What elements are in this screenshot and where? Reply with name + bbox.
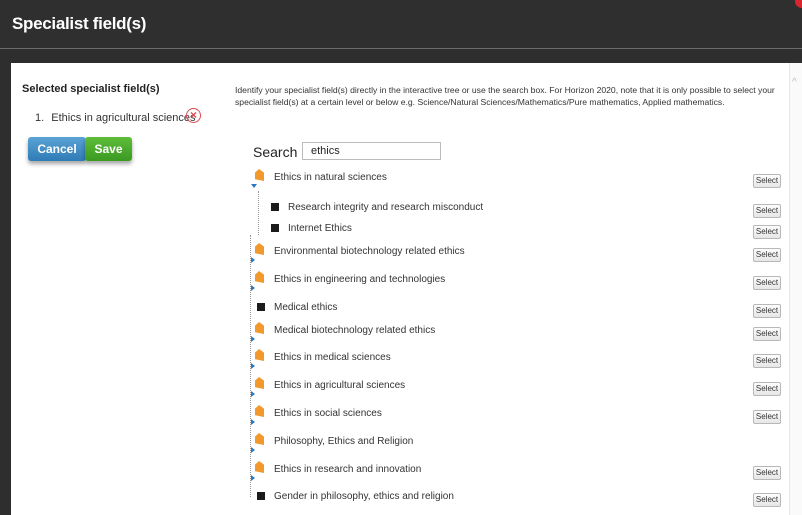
search-label: Search — [253, 144, 298, 160]
search-input[interactable] — [302, 142, 441, 160]
tree-node[interactable]: Research integrity and research miscondu… — [229, 200, 789, 222]
tree-node-label[interactable]: Philosophy, Ethics and Religion — [274, 436, 413, 447]
tree-node-label[interactable]: Environmental biotechnology related ethi… — [274, 246, 465, 257]
folder-icon — [255, 322, 264, 334]
selected-field-item: 1. Ethics in agricultural sciences — [35, 112, 196, 124]
cancel-button[interactable]: Cancel — [28, 137, 86, 161]
expand-arrow-icon[interactable] — [251, 336, 255, 342]
tree-node-label[interactable]: Ethics in engineering and technologies — [274, 274, 445, 285]
folder-icon — [255, 377, 264, 389]
scroll-up-icon[interactable]: ^ — [792, 78, 800, 88]
selected-fields-title: Selected specialist field(s) — [22, 83, 160, 95]
checkbox-icon[interactable] — [271, 224, 279, 232]
select-button[interactable]: Select — [753, 276, 781, 290]
selected-field-number: 1. — [35, 112, 45, 124]
expand-arrow-icon[interactable] — [251, 419, 255, 425]
folder-icon — [255, 461, 264, 473]
expand-arrow-icon[interactable] — [251, 391, 255, 397]
expand-arrow-icon[interactable] — [251, 363, 255, 369]
tree-node[interactable]: Gender in philosophy, ethics and religio… — [229, 489, 789, 511]
tree-node-label[interactable]: Ethics in social sciences — [274, 408, 382, 419]
instructions-text: Identify your specialist field(s) direct… — [235, 85, 775, 107]
select-button[interactable]: Select — [753, 410, 781, 424]
tree-node[interactable]: Philosophy, Ethics and Religion — [229, 433, 789, 456]
folder-icon — [255, 271, 264, 283]
dialog-header: Specialist field(s) — [0, 0, 802, 49]
dialog-title: Specialist field(s) — [12, 14, 147, 33]
tree-node-label[interactable]: Gender in philosophy, ethics and religio… — [274, 491, 454, 502]
select-button[interactable]: Select — [753, 493, 781, 507]
tree-node[interactable]: Ethics in engineering and technologies Se… — [229, 271, 789, 294]
tree-node-label[interactable]: Research integrity and research miscondu… — [288, 202, 483, 213]
folder-icon — [255, 169, 264, 181]
folder-icon — [255, 243, 264, 255]
tree-node-label[interactable]: Ethics in research and innovation — [274, 464, 421, 475]
expand-arrow-icon[interactable] — [251, 475, 255, 481]
dialog-body: Selected specialist field(s) 1. Ethics i… — [11, 63, 802, 515]
tree-node[interactable]: Internet Ethics Select — [229, 221, 789, 243]
select-button[interactable]: Select — [753, 174, 781, 188]
selected-fields-panel: Selected specialist field(s) 1. Ethics i… — [11, 63, 229, 515]
field-tree-panel: Identify your specialist field(s) direct… — [229, 63, 789, 515]
folder-icon — [255, 433, 264, 445]
tree-node[interactable]: Ethics in agricultural sciences Select — [229, 377, 789, 400]
checkbox-icon[interactable] — [257, 492, 265, 500]
expand-arrow-icon[interactable] — [251, 285, 255, 291]
tree-node[interactable]: Medical biotechnology related ethics Sele… — [229, 322, 789, 345]
tree-node[interactable]: Ethics in social sciences Select — [229, 405, 789, 428]
tree-node[interactable]: Environmental biotechnology related ethi… — [229, 243, 789, 266]
tree-node-label[interactable]: Internet Ethics — [288, 223, 352, 234]
selected-field-label: Ethics in agricultural sciences — [51, 112, 196, 124]
checkbox-icon[interactable] — [257, 303, 265, 311]
select-button[interactable]: Select — [753, 354, 781, 368]
select-button[interactable]: Select — [753, 248, 781, 262]
select-button[interactable]: Select — [753, 204, 781, 218]
tree-node-label[interactable]: Ethics in agricultural sciences — [274, 380, 405, 391]
remove-icon[interactable]: × — [186, 108, 201, 123]
tree-node-label[interactable]: Medical biotechnology related ethics — [274, 325, 435, 336]
expand-arrow-icon[interactable] — [251, 257, 255, 263]
close-icon[interactable] — [795, 0, 802, 8]
tree-node-label[interactable]: Ethics in medical sciences — [274, 352, 391, 363]
select-button[interactable]: Select — [753, 382, 781, 396]
tree-node[interactable]: Ethics in natural sciences Select — [229, 169, 789, 192]
collapse-arrow-icon[interactable] — [251, 184, 257, 188]
select-button[interactable]: Select — [753, 466, 781, 480]
tree-node[interactable]: Ethics in research and innovation Select — [229, 461, 789, 484]
tree-node[interactable]: Ethics in medical sciences Select — [229, 349, 789, 372]
expand-arrow-icon[interactable] — [251, 447, 255, 453]
tree-node-label[interactable]: Ethics in natural sciences — [274, 172, 387, 183]
select-button[interactable]: Select — [753, 304, 781, 318]
folder-icon — [255, 349, 264, 361]
folder-icon — [255, 405, 264, 417]
save-button[interactable]: Save — [85, 137, 132, 161]
scrollbar[interactable]: ^ — [789, 63, 802, 515]
tree-node[interactable]: Medical ethics Select — [229, 300, 789, 322]
select-button[interactable]: Select — [753, 327, 781, 341]
select-button[interactable]: Select — [753, 225, 781, 239]
tree-node-label[interactable]: Medical ethics — [274, 302, 337, 313]
checkbox-icon[interactable] — [271, 203, 279, 211]
